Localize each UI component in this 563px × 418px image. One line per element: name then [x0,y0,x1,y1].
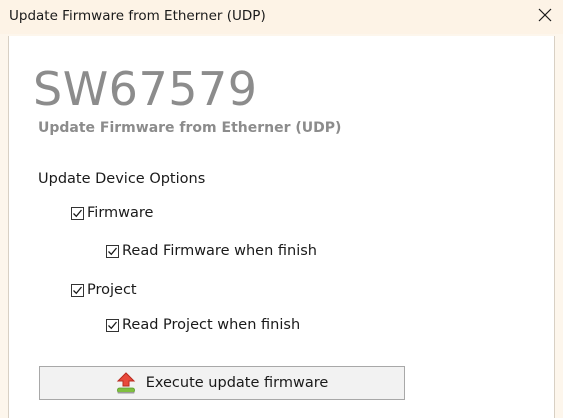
product-code-title: SW67579 [33,62,258,116]
window-title: Update Firmware from Etherner (UDP) [9,8,266,24]
read-project-checkbox-label: Read Project when finish [122,317,301,333]
project-checkbox-label: Project [87,282,137,298]
checkbox-checked-icon[interactable] [71,206,84,220]
update-options-label: Update Device Options [38,171,206,187]
read-firmware-checkbox[interactable]: Read Firmware when finish [106,243,317,259]
upload-arrow-icon [116,372,136,394]
close-button[interactable] [527,0,563,34]
page-subtitle: Update Firmware from Etherner (UDP) [38,120,342,136]
checkbox-checked-icon[interactable] [71,283,84,297]
checkbox-checked-icon[interactable] [106,244,119,258]
project-checkbox[interactable]: Project [71,282,137,298]
title-bar: Update Firmware from Etherner (UDP) [0,0,563,34]
content-panel: SW67579 Update Firmware from Etherner (U… [8,36,555,418]
firmware-checkbox-label: Firmware [87,205,154,221]
execute-update-firmware-button[interactable]: Execute update firmware [39,366,405,400]
close-icon [538,8,552,27]
firmware-checkbox[interactable]: Firmware [71,205,153,221]
checkbox-checked-icon[interactable] [106,318,119,332]
execute-update-firmware-label: Execute update firmware [145,375,329,391]
read-project-checkbox[interactable]: Read Project when finish [106,317,300,333]
read-firmware-checkbox-label: Read Firmware when finish [122,243,317,259]
update-firmware-window: Update Firmware from Etherner (UDP) SW67… [0,0,563,418]
